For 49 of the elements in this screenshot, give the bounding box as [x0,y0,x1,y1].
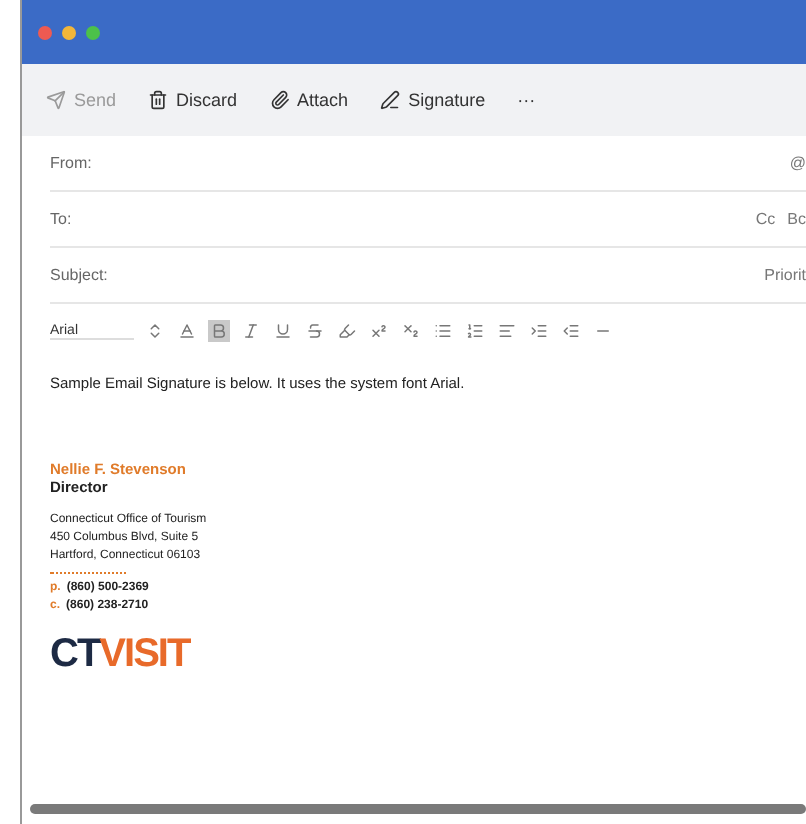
strike-icon [306,322,324,340]
sub-button[interactable] [400,320,422,342]
size-icon [146,322,164,340]
italic-button[interactable] [240,320,262,342]
attach-icon [269,90,290,110]
more-button[interactable]: ··· [517,90,536,110]
align-button[interactable] [496,320,518,342]
outdent-button[interactable] [560,320,582,342]
signature-icon [380,90,401,110]
bold-button[interactable] [208,320,230,342]
logo-text: VISIT [99,632,190,676]
color-icon [178,322,196,340]
bold-icon [210,322,228,340]
attach-button[interactable]: Attach [269,90,349,110]
outdent-icon [562,322,580,340]
header-field[interactable]: From: @ [50,136,806,192]
window-control[interactable] [86,25,100,39]
italic-icon [242,322,260,340]
indent-icon [530,322,548,340]
field-label: From: [50,154,94,172]
underline-icon [274,322,292,340]
sub-icon [402,322,420,340]
field-label: Subject: [50,266,110,284]
header-field[interactable]: To: Cc Bc [50,192,806,248]
field-label: To: [50,210,74,228]
send-icon [46,90,66,110]
scrollbar[interactable] [30,804,806,814]
discard-button[interactable]: Discard [148,90,238,110]
header-field[interactable]: Subject: Priorit [50,248,806,304]
numbers-icon [466,322,484,340]
field-option[interactable]: Bc [787,210,806,228]
highlight-button[interactable] [336,320,358,342]
underline-button[interactable] [272,320,294,342]
window-control[interactable] [62,25,76,39]
align-icon [498,322,516,340]
numbers-button[interactable] [464,320,486,342]
sup-button[interactable] [368,320,390,342]
indent-button[interactable] [528,320,550,342]
highlight-icon [338,322,356,340]
field-option[interactable]: Cc [755,210,776,228]
sup-icon [370,322,388,340]
signature-button[interactable]: Signature [380,90,486,110]
field-option[interactable]: Priorit [764,266,806,284]
discard-icon [148,90,169,110]
logo-text: CT [50,632,100,676]
color-button[interactable] [176,320,198,342]
field-option[interactable]: @ [789,154,806,172]
strike-button[interactable] [304,320,326,342]
bullets-icon [434,322,452,340]
